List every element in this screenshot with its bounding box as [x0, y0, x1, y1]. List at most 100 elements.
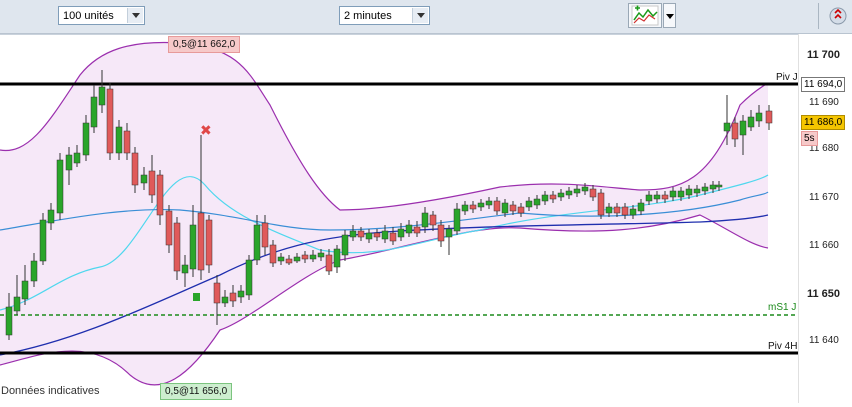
candle-body [565, 190, 573, 196]
toolbar-separator [818, 3, 819, 29]
quantity-select[interactable]: 100 unités [58, 6, 145, 25]
candle-body [349, 230, 357, 238]
order-marker-label-bottom[interactable]: 0,5@11 656,0 [160, 383, 233, 400]
candle-body [197, 212, 205, 271]
candle-body [131, 152, 139, 186]
candle-body [173, 222, 181, 272]
indicators-button[interactable] [628, 3, 662, 28]
candle-body [39, 219, 47, 262]
candle-body [445, 228, 453, 238]
candle-body [461, 204, 469, 212]
chevron-down-icon[interactable] [412, 8, 428, 23]
axis-tick: 11 700 [807, 49, 841, 61]
buy-order-marker [193, 293, 200, 301]
candle-body [755, 112, 763, 122]
quantity-value: 100 unités [63, 10, 114, 22]
chart-toolbar: 100 unités 2 minutes [0, 0, 852, 34]
candle-body [357, 230, 365, 238]
candle-body [715, 184, 723, 188]
candle-body [747, 116, 755, 128]
candle-body [437, 224, 445, 242]
indicative-data-note: Données indicatives [1, 385, 100, 397]
pivot-price-tag: 11 694,0 [801, 77, 846, 92]
candle-body [229, 292, 237, 302]
pivot-day-label: Piv J [776, 72, 798, 83]
candle-body [13, 296, 21, 312]
candle-body [106, 88, 114, 154]
candle-body [429, 214, 437, 226]
candle-body [549, 194, 557, 200]
candle-body [381, 230, 389, 240]
candle-body [533, 198, 541, 206]
sell-order-marker: ✖ [200, 123, 212, 139]
candle-body [405, 224, 413, 234]
timeframe-select[interactable]: 2 minutes [339, 6, 430, 25]
candle-body [56, 159, 64, 214]
candle-body [237, 290, 245, 298]
candle-body [261, 222, 269, 248]
candle-body [613, 206, 621, 214]
candle-body [517, 206, 525, 214]
candle-body [301, 254, 309, 260]
candle-body [333, 248, 341, 268]
axis-tick: 11 660 [809, 240, 839, 251]
candle-body [47, 209, 55, 224]
candle-body [341, 234, 349, 256]
candle-body [573, 188, 581, 194]
candle-body [165, 210, 173, 246]
candle-body [541, 194, 549, 202]
collapse-panel-button[interactable] [828, 5, 848, 27]
candle-body [269, 244, 277, 264]
candle-body [245, 259, 253, 296]
candle-body [509, 204, 517, 212]
candle-body [325, 254, 333, 272]
candle-body [140, 174, 148, 184]
chart-canvas[interactable]: ✖ [0, 35, 798, 404]
candle-body [181, 264, 189, 274]
candle-body [205, 219, 213, 266]
candle-body [21, 280, 29, 300]
candle-body [373, 232, 381, 238]
candle-body [723, 122, 731, 132]
collapse-icon [829, 7, 847, 25]
order-marker-label-top[interactable]: 0,5@11 662,0 [168, 36, 241, 53]
candle-body [285, 258, 293, 264]
candle-body [82, 122, 90, 156]
candle-body [501, 202, 509, 214]
candle-body [309, 254, 317, 260]
last-price-tag: 11 686,0 [801, 115, 846, 130]
candle-body [621, 206, 629, 216]
candle-body [253, 224, 261, 261]
candle-body [645, 194, 653, 202]
candle-body [421, 212, 429, 228]
candle-body [685, 188, 693, 196]
candle-body [581, 186, 589, 192]
candle-body [65, 154, 73, 171]
candle-body [365, 232, 373, 240]
candle-body [731, 122, 739, 140]
candle-body [397, 228, 405, 238]
candle-body [389, 232, 397, 242]
axis-tick: 11 640 [809, 335, 839, 346]
candle-body [557, 192, 565, 198]
candle-body [90, 96, 98, 128]
candle-body [629, 208, 637, 216]
axis-tick: 11 670 [809, 192, 839, 203]
chevron-down-icon[interactable] [127, 8, 143, 23]
price-chart[interactable]: ✖ 0,5@11 662,0 0,5@11 656,0 Piv J mS1 J … [0, 34, 798, 404]
price-axis[interactable]: 11 700 11 690 11 680 11 670 11 660 11 65… [798, 34, 852, 403]
candle-body [637, 202, 645, 212]
candle-body [221, 296, 229, 304]
candle-body [5, 306, 13, 336]
candle-body [189, 224, 197, 270]
indicators-dropdown-button[interactable] [663, 3, 676, 28]
candle-body [477, 202, 485, 208]
close-icon[interactable]: ✖ [200, 123, 212, 139]
candle-body [661, 194, 669, 200]
candle-body [493, 200, 501, 212]
candle-body [701, 186, 709, 192]
candle-countdown: 5s [801, 131, 818, 146]
ms1-day-label: mS1 J [768, 302, 797, 313]
candle-body [115, 126, 123, 154]
candle-body [98, 86, 106, 106]
